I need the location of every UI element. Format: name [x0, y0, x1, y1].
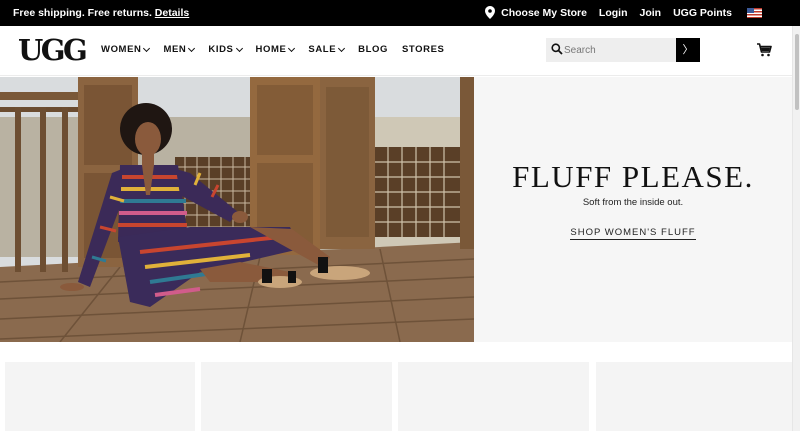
- hero-subtitle: Soft from the inside out.: [582, 197, 684, 208]
- join-link[interactable]: Join: [639, 7, 661, 19]
- ugg-logo[interactable]: UGG: [18, 33, 88, 67]
- main-nav: WOMEN MEN KIDS HOME SALE BLOG STORES: [101, 44, 459, 55]
- location-pin-icon: [485, 5, 496, 19]
- promo-message: Free shipping. Free returns. Details: [13, 7, 189, 19]
- nav-home[interactable]: HOME: [255, 44, 296, 55]
- utility-links: Choose My Store Login Join UGG Points: [473, 5, 762, 19]
- search-input[interactable]: [564, 42, 672, 58]
- nav-men-label: MEN: [163, 44, 187, 55]
- choose-store-label: Choose My Store: [501, 7, 587, 19]
- login-link[interactable]: Login: [599, 7, 628, 19]
- nav-blog[interactable]: BLOG: [358, 44, 388, 55]
- nav-women[interactable]: WOMEN: [101, 44, 151, 55]
- product-tiles: [0, 342, 792, 431]
- chevron-down-icon: [288, 44, 296, 52]
- nav-sale[interactable]: SALE: [308, 44, 346, 55]
- hero-cta-label: SHOP WOMEN'S FLUFF: [570, 227, 696, 240]
- page-scrollbar[interactable]: [792, 26, 800, 431]
- search-icon: [551, 43, 563, 55]
- promo-bar: Free shipping. Free returns. Details Cho…: [0, 0, 800, 26]
- ugg-points-link[interactable]: UGG Points: [673, 7, 732, 19]
- chevron-down-icon: [188, 44, 196, 52]
- product-tile[interactable]: [5, 362, 195, 431]
- details-link[interactable]: Details: [155, 7, 189, 19]
- chevron-down-icon: [338, 44, 346, 52]
- nav-men[interactable]: MEN: [163, 44, 196, 55]
- scrollbar-thumb[interactable]: [795, 34, 799, 110]
- nav-sale-label: SALE: [308, 44, 337, 55]
- hero-photo-illustration: [0, 77, 474, 342]
- nav-kids[interactable]: KIDS: [208, 44, 243, 55]
- nav-stores[interactable]: STORES: [402, 44, 445, 55]
- nav-women-label: WOMEN: [101, 44, 142, 55]
- choose-store-link[interactable]: Choose My Store: [485, 5, 587, 19]
- chevron-down-icon: [143, 44, 151, 52]
- promo-text: Free shipping. Free returns.: [13, 7, 152, 19]
- nav-kids-label: KIDS: [208, 44, 234, 55]
- hero-text-panel: FLUFF PLEASE. Soft from the inside out. …: [474, 77, 792, 342]
- search-box: [546, 38, 676, 62]
- chevron-down-icon: [235, 44, 243, 52]
- nav-blog-label: BLOG: [358, 44, 388, 55]
- hero-banner: FLUFF PLEASE. Soft from the inside out. …: [0, 77, 792, 342]
- product-tile[interactable]: [398, 362, 589, 431]
- hero-image[interactable]: [0, 77, 474, 342]
- hero-title: FLUFF PLEASE.: [512, 159, 754, 194]
- product-tile[interactable]: [201, 362, 392, 431]
- shop-womens-fluff-link[interactable]: SHOP WOMEN'S FLUFF: [474, 227, 792, 240]
- product-tile[interactable]: [596, 362, 792, 431]
- site-header: UGG WOMEN MEN KIDS HOME SALE BLOG STORES…: [0, 26, 792, 76]
- us-flag-icon[interactable]: [747, 8, 762, 18]
- shopping-cart-icon[interactable]: [757, 43, 772, 57]
- search-submit-button[interactable]: 〉: [676, 38, 700, 62]
- nav-home-label: HOME: [255, 44, 287, 55]
- nav-stores-label: STORES: [402, 44, 445, 55]
